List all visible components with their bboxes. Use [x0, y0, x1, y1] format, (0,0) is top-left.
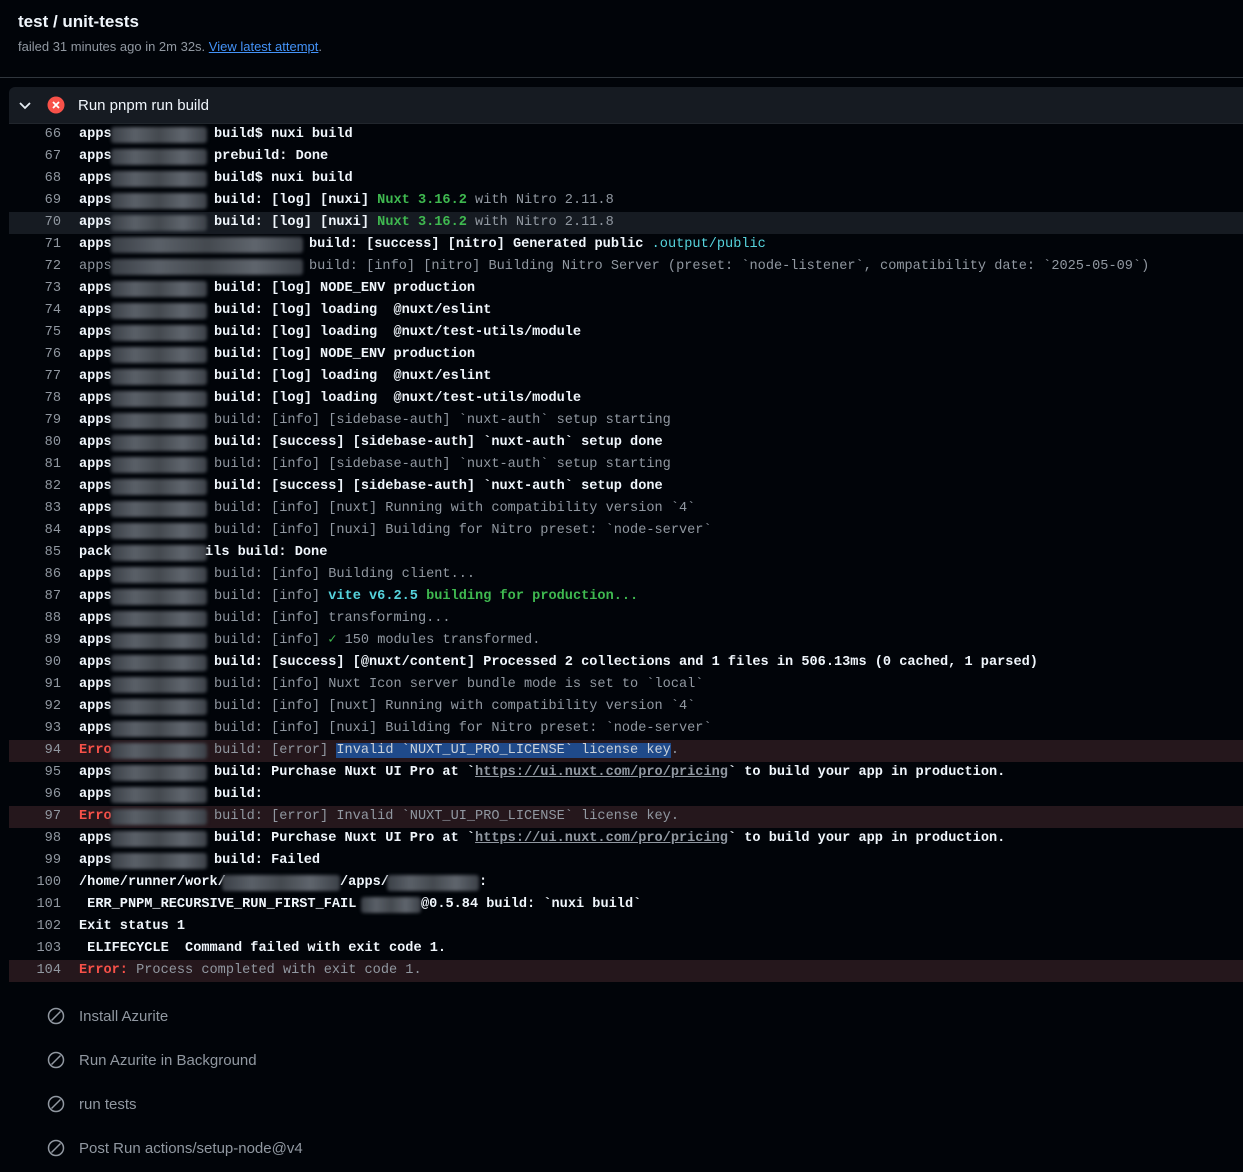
log-line: 77 apps build: [log] loading @nuxt/eslint: [44, 369, 492, 385]
log-line-error: 94 Erro build: [error] Invalid `NUXT_UI_PR…: [9, 740, 1243, 762]
log-line: 100/home/runner/work//apps/:: [36, 875, 488, 891]
step-label: Post Run actions/setup-node@v4: [79, 1139, 303, 1157]
step-run-azurite-background[interactable]: Run Azurite in Background: [0, 1038, 1243, 1082]
log-line: 103 ELIFECYCLE Command failed with exit …: [36, 941, 447, 956]
log-line: 67 apps prebuild: Done: [44, 149, 329, 165]
log-line: 89 apps build: [info] ✓ 150 modules transf…: [44, 633, 541, 649]
log-output: 66 apps build$ nuxi build 67 apps prebuild: …: [9, 124, 1243, 983]
skipped-icon: [47, 1139, 65, 1157]
skipped-icon: [47, 1051, 65, 1069]
log-line: 98 apps build: Purchase Nuxt UI Pro at `ht…: [44, 831, 1006, 847]
step-run-tests[interactable]: run tests: [0, 1082, 1243, 1126]
log-line: 73 apps build: [log] NODE_ENV production: [44, 281, 476, 297]
log-line: 101 ERR_PNPM_RECURSIVE_RUN_FIRST_FAIL @0…: [36, 897, 642, 913]
step-run-pnpm-build-header[interactable]: Run pnpm run build: [9, 87, 1243, 124]
log-line: 70 apps build: [log] [nuxi] Nuxt 3.16.2 wi…: [9, 212, 1243, 234]
step-label: Install Azurite: [79, 1007, 169, 1025]
log-line: 93 apps build: [info] [nuxi] Building for …: [44, 721, 712, 737]
status-suffix: .: [318, 39, 323, 54]
log-line: 66 apps build$ nuxi build: [44, 127, 353, 143]
log-line: 71 apps build: [success] [nitro] Generated…: [44, 237, 766, 253]
step-post-setup-node[interactable]: Post Run actions/setup-node@v4: [0, 1126, 1243, 1170]
skipped-icon: [47, 1095, 65, 1113]
pricing-link[interactable]: https://ui.nuxt.com/pro/pricing: [475, 831, 728, 846]
log-line: 82 apps build: [success] [sidebase-auth] `…: [44, 479, 663, 495]
view-latest-attempt-link[interactable]: View latest attempt: [209, 39, 319, 54]
job-status: failed 31 minutes ago in 2m 32s. View la…: [18, 39, 322, 54]
log-line: 85 pack ils build: Done: [44, 545, 328, 561]
log-line: 95 apps build: Purchase Nuxt UI Pro at `ht…: [44, 765, 1006, 781]
step-label: Run Azurite in Background: [79, 1051, 257, 1069]
log-line: 86 apps build: [info] Building client...: [44, 567, 476, 583]
log-line: 75 apps build: [log] loading @nuxt/test-ut…: [44, 325, 582, 341]
step-label: run tests: [79, 1095, 137, 1113]
log-line: 96 apps build:: [44, 787, 263, 803]
chevron-down-icon: [19, 102, 31, 110]
log-line: 79 apps build: [info] [sidebase-auth] `nux…: [44, 413, 671, 429]
log-line: 69 apps build: [log] [nuxi] Nuxt 3.16.2 wi…: [44, 193, 614, 209]
log-line: 91 apps build: [info] Nuxt Icon server bun…: [44, 677, 704, 693]
selected-text: Invalid `NUXT_UI_PRO_LICENSE` license ke…: [336, 743, 671, 758]
log-line: 99 apps build: Failed: [44, 853, 321, 869]
log-line: 84 apps build: [info] [nuxi] Building for …: [44, 523, 712, 539]
log-line: 102 Exit status 1: [36, 919, 186, 934]
failed-x-circle-icon: [47, 96, 65, 114]
pricing-link[interactable]: https://ui.nuxt.com/pro/pricing: [475, 765, 728, 780]
log-line-error: 104 Error: Process completed with exit co…: [9, 960, 1243, 982]
job-header: test / unit-tests failed 31 minutes ago …: [0, 0, 1243, 78]
step-install-azurite[interactable]: Install Azurite: [0, 994, 1243, 1038]
log-line: 88 apps build: [info] transforming...: [44, 611, 451, 627]
log-line: 76 apps build: [log] NODE_ENV production: [44, 347, 476, 363]
log-line: 81 apps build: [info] [sidebase-auth] `nux…: [44, 457, 671, 473]
log-line-error: 97 Erro build: [error] Invalid `NUXT_UI_PR…: [9, 806, 1243, 828]
log-line: 90 apps build: [success] [@nuxt/content] P…: [44, 655, 1038, 671]
log-line: 80 apps build: [success] [sidebase-auth] `…: [44, 435, 663, 451]
skipped-icon: [47, 1007, 65, 1025]
log-line: 92 apps build: [info] [nuxt] Running with …: [44, 699, 696, 715]
job-title: test / unit-tests: [18, 12, 139, 31]
log-line: 78 apps build: [log] loading @nuxt/test-ut…: [44, 391, 582, 407]
job-status-text: failed 31 minutes ago in 2m 32s.: [18, 39, 206, 54]
step-label: Run pnpm run build: [78, 96, 209, 114]
log-line: 68 apps build$ nuxi build: [44, 171, 353, 187]
log-line: 72 apps build: [info] [nitro] Building Nit…: [44, 259, 1150, 275]
log-line: 87 apps build: [info] vite v6.2.5 building…: [44, 589, 639, 605]
log-line: 74 apps build: [log] loading @nuxt/eslint: [44, 303, 492, 319]
remaining-steps: Install Azurite Run Azurite in Backgroun…: [0, 994, 1243, 1170]
log-line: 83 apps build: [info] [nuxt] Running with …: [44, 501, 696, 517]
